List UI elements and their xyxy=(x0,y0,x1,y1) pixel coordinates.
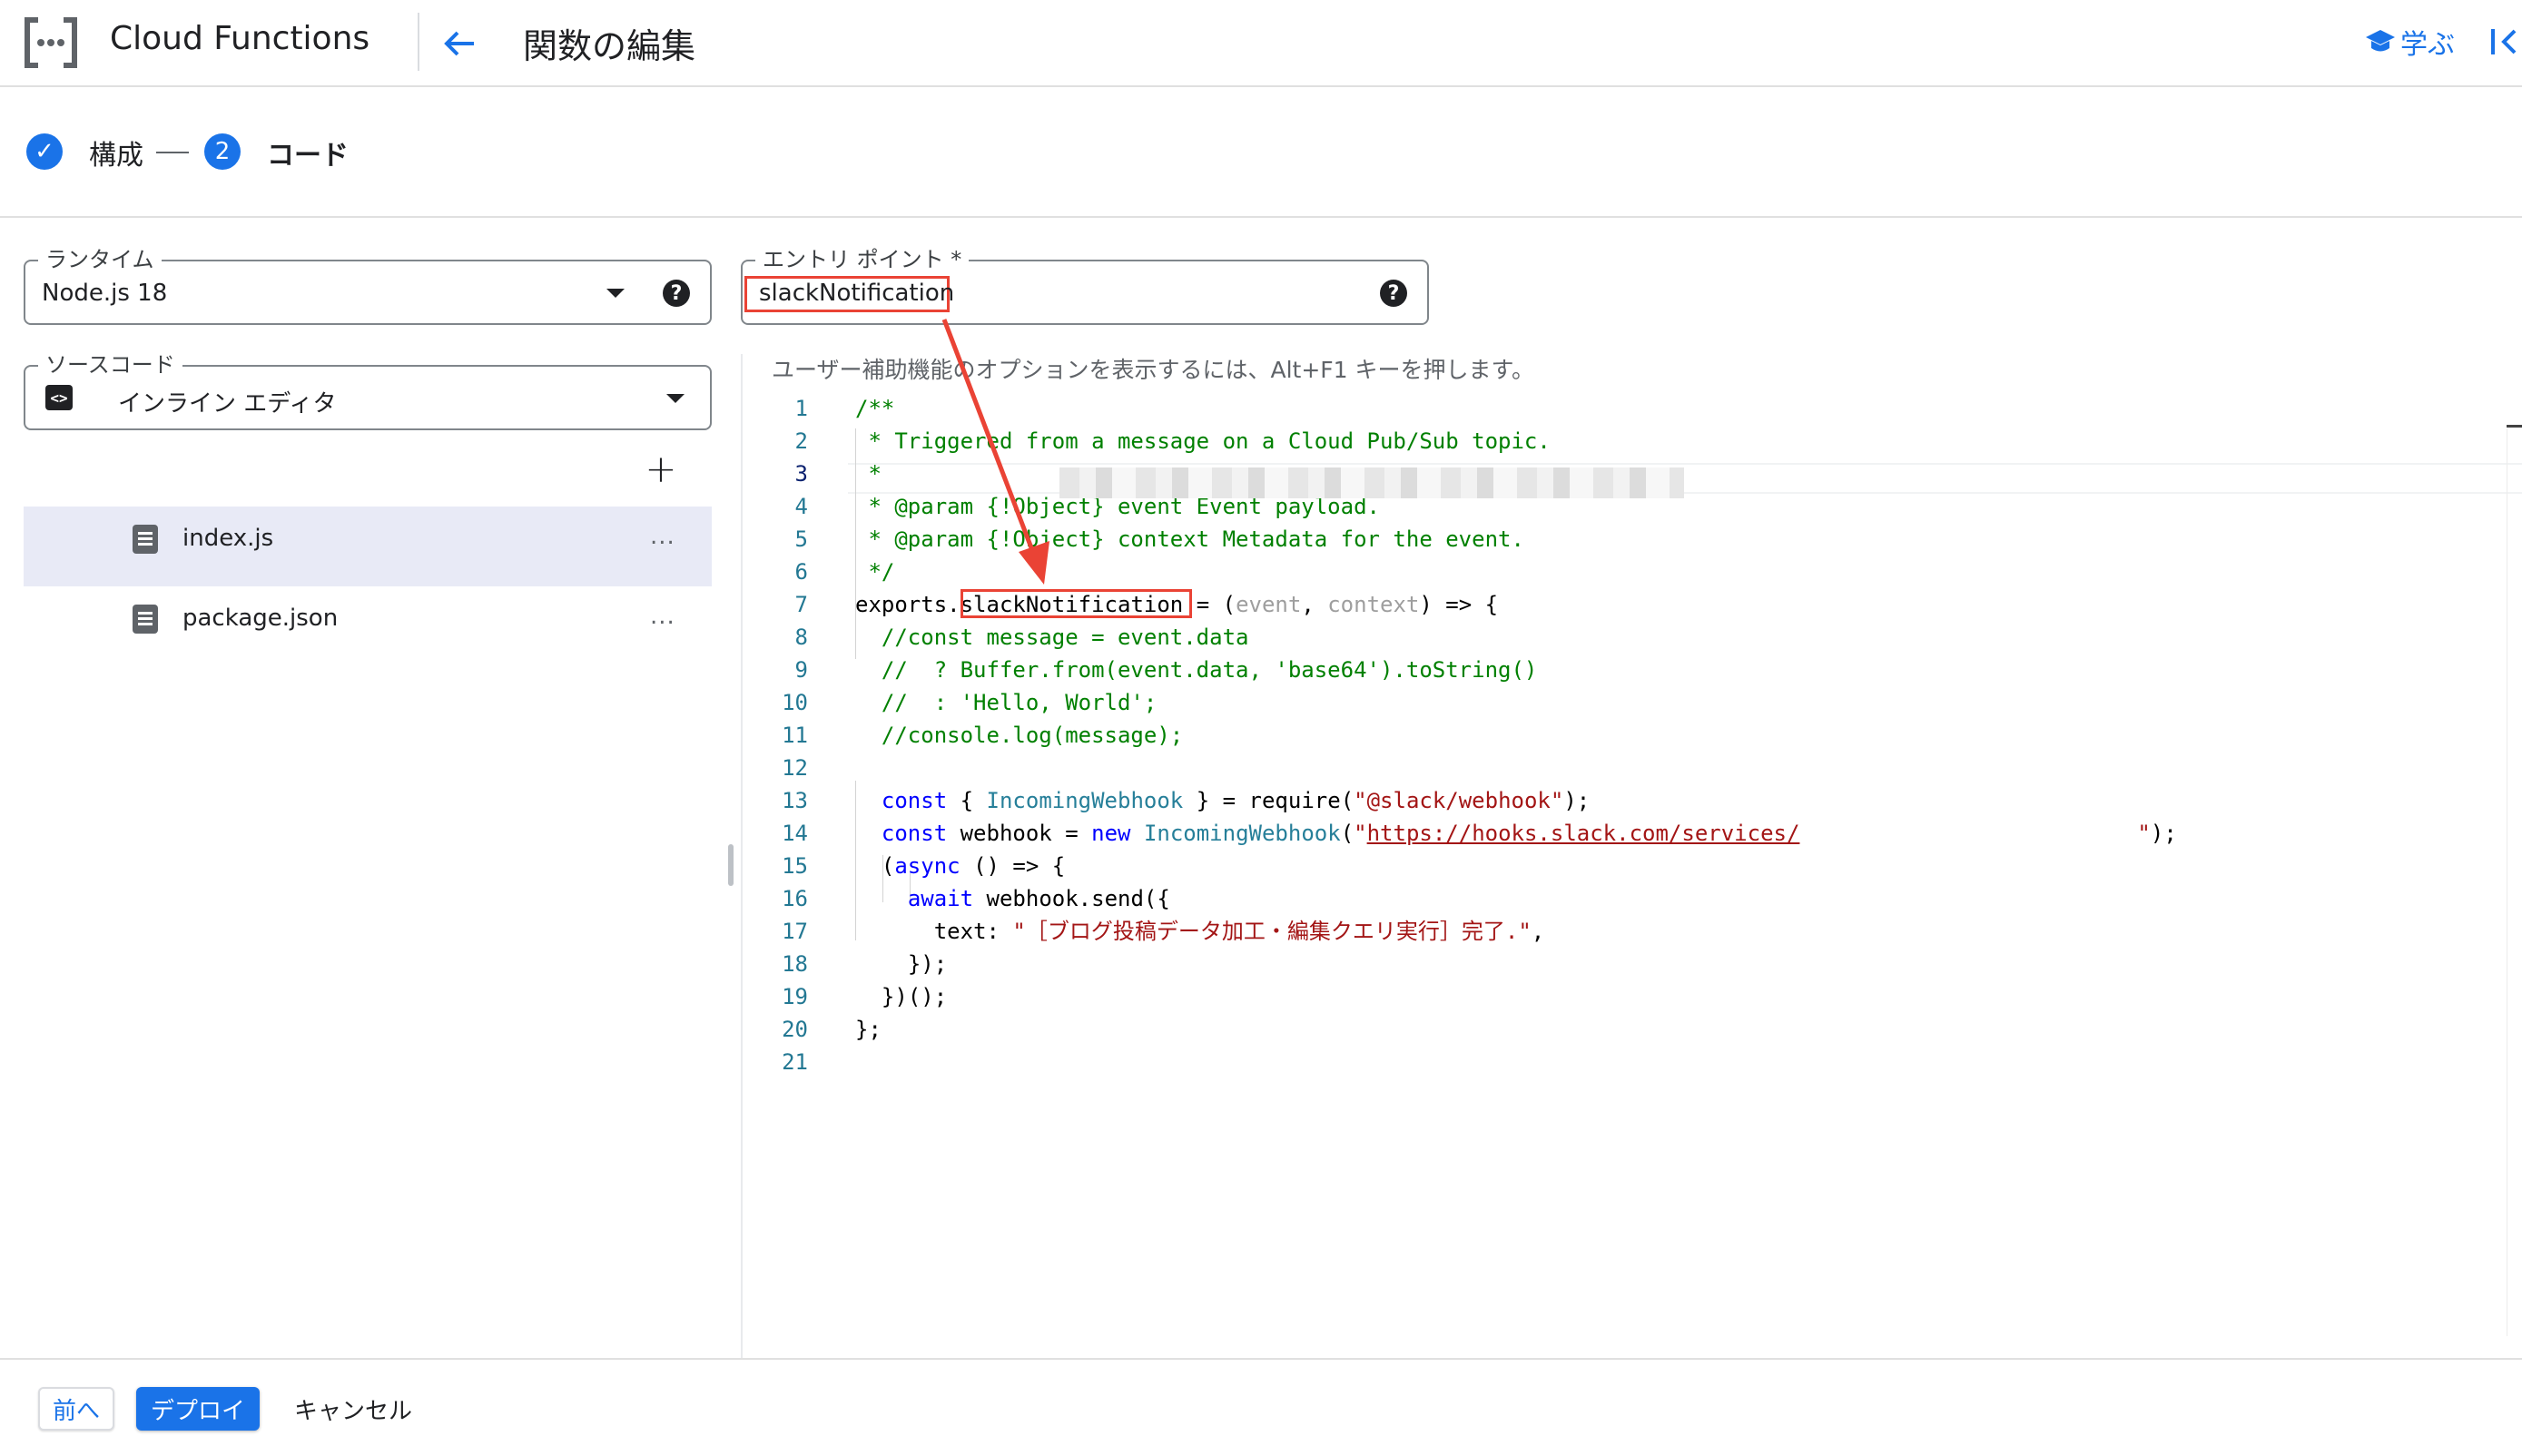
line-number: 9 xyxy=(794,657,808,683)
source-code-label: ソースコード xyxy=(38,351,182,379)
code-text[interactable]: }); xyxy=(855,948,947,980)
line-number: 6 xyxy=(794,559,808,585)
code-text[interactable]: //console.log(message); xyxy=(855,719,1183,752)
file-icon xyxy=(133,605,158,634)
dropdown-arrow-icon xyxy=(666,394,685,403)
cloud-functions-logo xyxy=(25,17,77,68)
arrow-left-icon xyxy=(444,31,474,56)
file-name: index.js xyxy=(182,525,274,552)
code-text[interactable]: const webhook = new IncomingWebhook("htt… xyxy=(855,817,2177,850)
entry-point-input[interactable]: slackNotification xyxy=(759,280,954,307)
dropdown-arrow-icon xyxy=(606,289,625,298)
code-text[interactable]: // ? Buffer.from(event.data, 'base64').t… xyxy=(855,654,1537,686)
more-options-icon[interactable]: ... xyxy=(650,523,675,550)
annotation-highlight-box xyxy=(961,589,1192,618)
line-number: 15 xyxy=(782,853,808,879)
deploy-button[interactable]: デプロイ xyxy=(136,1387,260,1431)
step-completed-check-icon[interactable]: ✓ xyxy=(26,133,63,170)
line-number: 16 xyxy=(782,886,808,911)
code-text[interactable]: /** xyxy=(855,392,894,425)
line-number: 11 xyxy=(782,723,808,748)
add-file-button[interactable]: + xyxy=(643,447,679,491)
code-text[interactable]: */ xyxy=(855,556,894,588)
source-code-value: インライン エディタ xyxy=(118,390,337,418)
more-options-icon[interactable]: ... xyxy=(650,603,675,630)
code-text[interactable]: text: "［ブログ投稿データ加工・編集クエリ実行］完了.", xyxy=(855,915,1545,948)
line-number: 19 xyxy=(782,984,808,1009)
product-name[interactable]: Cloud Functions xyxy=(110,20,369,57)
line-number: 7 xyxy=(794,592,808,617)
collapse-panel-button[interactable] xyxy=(2488,24,2522,60)
line-number: 17 xyxy=(782,919,808,944)
line-number: 1 xyxy=(794,396,808,421)
file-name: package.json xyxy=(182,605,339,632)
line-number: 12 xyxy=(782,755,808,781)
code-text[interactable]: (async () => { xyxy=(855,850,1065,882)
splitter-handle[interactable] xyxy=(728,844,734,886)
entry-point-field[interactable]: エントリ ポイント * slackNotification ? xyxy=(741,246,1429,325)
code-text[interactable]: }; xyxy=(855,1013,882,1046)
line-number: 14 xyxy=(782,821,808,846)
code-text[interactable]: //const message = event.data xyxy=(855,621,1249,654)
code-text[interactable]: await webhook.send({ xyxy=(855,882,1170,915)
file-item-index-js[interactable]: index.js ... xyxy=(24,507,712,586)
runtime-value: Node.js 18 xyxy=(42,280,168,307)
file-item-package-json[interactable]: package.json ... xyxy=(24,586,712,666)
code-text[interactable]: const { IncomingWebhook } = require("@sl… xyxy=(855,784,1590,817)
line-number: 8 xyxy=(794,625,808,650)
learn-button[interactable]: 学ぶ xyxy=(2364,22,2455,62)
editor-accessibility-hint: ユーザー補助機能のオプションを表示するには、Alt+F1 キーを押します。 xyxy=(772,357,1535,383)
previous-button[interactable]: 前へ xyxy=(38,1387,114,1431)
source-code-select[interactable]: ソースコード <> インライン エディタ xyxy=(24,351,712,430)
line-number: 5 xyxy=(794,526,808,552)
runtime-select[interactable]: ランタイム Node.js 18 ? xyxy=(24,246,712,325)
code-icon: <> xyxy=(45,385,73,410)
code-editor[interactable]: ユーザー補助機能のオプションを表示するには、Alt+F1 キーを押します。 1 /… xyxy=(743,354,2522,1358)
line-number: 3 xyxy=(794,461,808,487)
entry-point-label: エントリ ポイント * xyxy=(755,246,970,273)
back-button[interactable] xyxy=(434,18,485,69)
code-text[interactable]: * @param {!Object} context Metadata for … xyxy=(855,523,1523,556)
runtime-label: ランタイム xyxy=(38,246,162,273)
cancel-button[interactable]: キャンセル xyxy=(285,1387,421,1431)
line-number: 18 xyxy=(782,951,808,977)
line-number: 21 xyxy=(782,1049,808,1075)
step-code-label: コード xyxy=(267,140,349,172)
page-title: 関数の編集 xyxy=(523,26,696,66)
line-number: 20 xyxy=(782,1017,808,1042)
line-number: 13 xyxy=(782,788,808,813)
code-text[interactable]: * xyxy=(855,457,881,490)
step-config-label[interactable]: 構成 xyxy=(89,133,143,172)
redacted-webhook-path xyxy=(1059,467,1684,498)
code-text[interactable]: * Triggered from a message on a Cloud Pu… xyxy=(855,425,1550,457)
top-app-bar: Cloud Functions 関数の編集 学ぶ xyxy=(0,0,2522,87)
editor-scrollbar[interactable] xyxy=(2507,428,2522,1336)
step-number-badge: 2 xyxy=(204,133,241,170)
line-number: 4 xyxy=(794,494,808,519)
help-icon[interactable]: ? xyxy=(663,280,690,307)
topbar-divider xyxy=(418,13,419,71)
step-connector xyxy=(156,152,189,153)
collapse-panel-icon xyxy=(2491,29,2517,54)
school-icon xyxy=(2366,30,2395,52)
help-icon[interactable]: ? xyxy=(1380,280,1407,307)
stepper: ✓ 構成 2 コード xyxy=(0,87,2522,218)
line-number: 2 xyxy=(794,428,808,454)
code-text[interactable]: // : 'Hello, World'; xyxy=(855,686,1157,719)
line-number: 10 xyxy=(782,690,808,715)
code-text[interactable]: })(); xyxy=(855,980,947,1013)
file-icon xyxy=(133,525,158,554)
bottom-action-bar: 前へ デプロイ キャンセル xyxy=(0,1358,2522,1456)
editor-overview-ruler-cursor xyxy=(2507,425,2522,428)
learn-label: 学ぶ xyxy=(2400,29,2455,61)
